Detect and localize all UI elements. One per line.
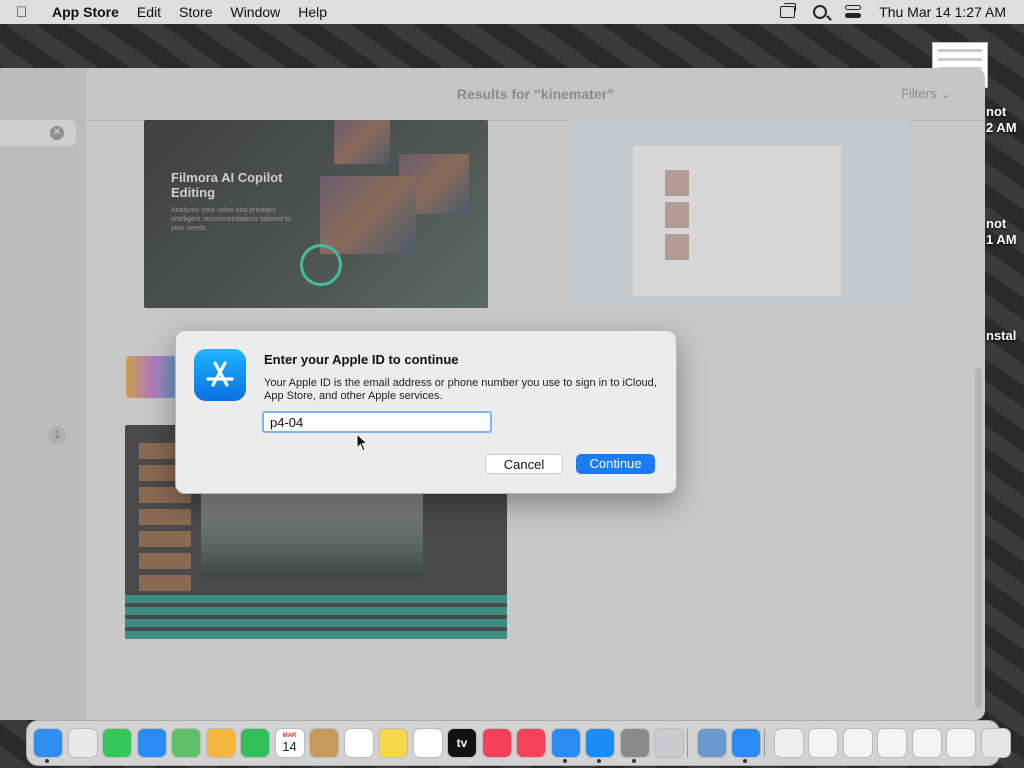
desktop-label[interactable]: 2 AM	[986, 120, 1017, 135]
results-header: Results for “kinemater” Filters ⌄	[86, 68, 985, 121]
cancel-button[interactable]: Cancel	[485, 454, 563, 474]
notes-icon[interactable]	[378, 728, 408, 758]
stage-manager-icon[interactable]	[780, 3, 797, 18]
photos-icon[interactable]	[205, 728, 236, 758]
desktop-label[interactable]: not	[986, 104, 1006, 119]
screenshot-image	[633, 146, 841, 296]
document-icon[interactable]	[773, 728, 804, 758]
menu-app-name[interactable]: App Store	[52, 4, 119, 20]
apple-id-input[interactable]	[262, 411, 492, 433]
control-center-icon[interactable]	[845, 5, 862, 19]
appletv-label: tv	[456, 736, 468, 750]
copilot-badge-icon	[300, 244, 342, 286]
screenshot-image	[665, 202, 689, 228]
filters-label: Filters	[901, 86, 937, 101]
running-indicator	[743, 759, 747, 763]
results-title: Results for “kinemater”	[456, 86, 615, 102]
mouse-pointer-icon	[356, 433, 368, 452]
app-store-icon	[194, 349, 246, 401]
running-indicator	[631, 759, 636, 763]
window-thumbnail-icon[interactable]	[808, 728, 838, 758]
screenshot-card-document[interactable]	[567, 120, 911, 308]
menu-help[interactable]: Help	[298, 4, 327, 20]
menu-edit[interactable]: Edit	[137, 4, 161, 20]
screenshot-image	[665, 234, 689, 260]
window-thumbnail-icon[interactable]	[877, 728, 907, 758]
screenshot-image	[201, 493, 423, 577]
running-indicator	[597, 759, 601, 763]
menu-store[interactable]: Store	[179, 4, 212, 20]
appletv-icon[interactable]: tv	[447, 728, 477, 758]
messages-icon[interactable]	[102, 728, 132, 758]
desktop-label[interactable]: 1 AM	[986, 232, 1017, 247]
reminders-icon[interactable]	[343, 728, 374, 758]
appstore-icon[interactable]	[585, 728, 615, 758]
mail-icon[interactable]	[136, 728, 167, 758]
launchpad-icon[interactable]	[67, 728, 98, 758]
sidebar: ✕ 1	[0, 68, 86, 720]
facetime-icon[interactable]	[240, 728, 270, 758]
menu-bar:  App Store Edit Store Window Help Thu M…	[0, 0, 1024, 24]
screenshot-card-filmora[interactable]: Filmora AI Copilot Editing Analyzes your…	[144, 120, 488, 308]
screenshot-image	[665, 170, 689, 196]
card-title: Filmora AI Copilot Editing	[171, 170, 283, 200]
freeform-icon[interactable]	[412, 728, 443, 758]
news-icon[interactable]	[516, 728, 546, 758]
safari-icon[interactable]	[731, 728, 761, 758]
window-thumbnail-icon[interactable]	[842, 728, 873, 758]
continue-button[interactable]: Continue	[576, 454, 655, 474]
menu-window[interactable]: Window	[230, 4, 280, 20]
updates-badge: 1	[48, 426, 66, 444]
desktop-label[interactable]: nstal	[986, 328, 1016, 343]
music-icon[interactable]	[481, 728, 512, 758]
running-indicator	[45, 759, 49, 763]
screenshot-image	[334, 120, 390, 164]
system-settings-icon[interactable]	[619, 728, 650, 758]
sidebar-search-field[interactable]	[0, 120, 76, 146]
spotlight-search-icon[interactable]	[813, 5, 828, 19]
menu-clock[interactable]: Thu Mar 14 1:27 AM	[879, 4, 1006, 20]
calendar-icon[interactable]: MAR 14	[274, 728, 305, 758]
apple-menu-icon[interactable]: 	[16, 4, 36, 21]
clear-search-icon[interactable]: ✕	[50, 126, 64, 140]
preview-icon[interactable]	[696, 728, 727, 758]
dialog-title: Enter your Apple ID to continue	[264, 352, 459, 367]
app-banner-image[interactable]	[126, 356, 176, 398]
desktop-label[interactable]: not	[986, 216, 1006, 231]
app-placeholder-icon[interactable]	[654, 728, 684, 758]
apple-id-dialog: Enter your Apple ID to continue Your App…	[175, 330, 677, 494]
screenshot-image	[125, 595, 507, 639]
calendar-day-label: 14	[282, 738, 297, 754]
maps-icon[interactable]	[171, 728, 201, 758]
running-indicator	[562, 759, 567, 763]
card-description: Analyzes your video and provides intelli…	[171, 207, 291, 232]
chevron-down-icon: ⌄	[940, 86, 951, 101]
screenshot-image	[320, 176, 416, 254]
scrollbar[interactable]	[975, 368, 982, 708]
trash-icon[interactable]	[980, 728, 1011, 758]
finder-icon[interactable]	[33, 728, 63, 758]
dock: MAR 14 tv	[26, 720, 1011, 766]
contacts-icon[interactable]	[309, 728, 339, 758]
filters-button[interactable]: Filters ⌄	[901, 86, 951, 102]
keynote-icon[interactable]	[550, 728, 581, 758]
dock-separator	[763, 729, 765, 757]
window-thumbnail-icon[interactable]	[946, 728, 976, 758]
window-thumbnail-icon[interactable]	[911, 728, 942, 758]
dock-separator	[686, 729, 688, 757]
dialog-message: Your Apple ID is the email address or ph…	[264, 377, 657, 402]
